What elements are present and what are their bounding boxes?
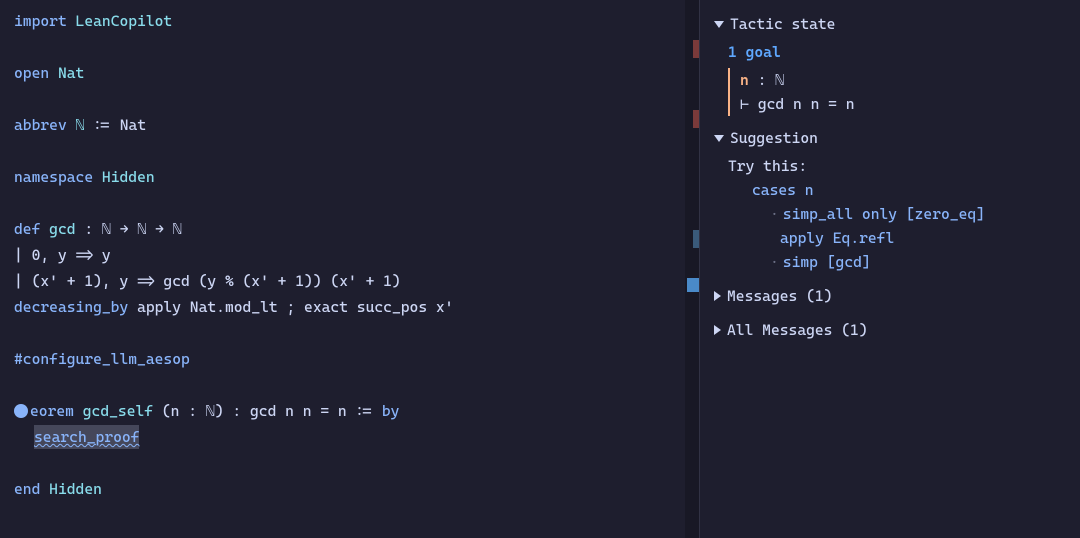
namespace-name: Nat — [58, 61, 84, 85]
tactic-seq: apply Nat.mod_lt ; exact succ_pos x' — [137, 295, 453, 319]
def-name: gcd — [49, 217, 75, 241]
all-messages-panel: All Messages (1) — [714, 318, 1066, 342]
goal-body: n : ℕ ⊢ gcd n n = n — [728, 68, 1066, 116]
code-line[interactable]: def gcd : ℕ → ℕ → ℕ — [14, 216, 685, 242]
suggestion-tactic[interactable]: apply Eq.refl — [780, 229, 894, 247]
try-this-label: Try this: — [728, 154, 1066, 178]
bullet-icon: · — [770, 205, 779, 223]
keyword-namespace: namespace — [14, 165, 93, 189]
minimap-marker — [687, 278, 699, 292]
tactic-state-header[interactable]: Tactic state — [714, 12, 1066, 36]
messages-header[interactable]: Messages (1) — [714, 284, 1066, 308]
hypothesis-type: : ℕ — [758, 71, 785, 89]
tactic-call: search_proof — [34, 425, 139, 449]
keyword-import: import — [14, 9, 67, 33]
type-sig: : gcd n n = n := — [232, 399, 373, 423]
code-line[interactable] — [14, 320, 685, 346]
chevron-down-icon — [714, 135, 724, 142]
pattern-line: | (x' + 1), y => gcd (y % (x' + 1)) (x' … — [14, 269, 401, 293]
chevron-right-icon — [714, 325, 721, 335]
type-alias: ℕ — [76, 113, 85, 137]
suggestion-tactic[interactable]: simp_all only [zero_eq] — [783, 205, 985, 223]
code-line[interactable] — [14, 86, 685, 112]
panel-title: Messages (1) — [727, 284, 832, 308]
code-line[interactable] — [14, 138, 685, 164]
keyword-by: by — [382, 399, 400, 423]
code-line[interactable] — [14, 190, 685, 216]
macro-command: #configure_llm_aesop — [14, 347, 190, 371]
panel-title: All Messages (1) — [727, 318, 868, 342]
code-line[interactable]: import LeanCopilot — [14, 8, 685, 34]
code-line[interactable]: eorem gcd_self (n : ℕ) : gcd n n = n := … — [14, 398, 685, 424]
panel-title: Suggestion — [730, 126, 818, 150]
module-name: LeanCopilot — [76, 9, 173, 33]
code-line[interactable] — [14, 34, 685, 60]
cursor-indicator-icon — [14, 404, 28, 418]
keyword-end: end — [14, 477, 40, 501]
keyword-decreasing-by: decreasing_by — [14, 295, 128, 319]
bullet-icon: · — [770, 253, 779, 271]
code-line[interactable]: | 0, y => y — [14, 242, 685, 268]
code-line[interactable] — [14, 450, 685, 476]
operator: := — [93, 113, 111, 137]
code-line[interactable]: end Hidden — [14, 476, 685, 502]
messages-panel: Messages (1) — [714, 284, 1066, 308]
panel-title: Tactic state — [730, 12, 835, 36]
code-line[interactable] — [14, 372, 685, 398]
minimap[interactable] — [685, 0, 699, 538]
code-line[interactable]: decreasing_by apply Nat.mod_lt ; exact s… — [14, 294, 685, 320]
pattern-line: | 0, y => y — [14, 243, 111, 267]
suggestion-tactic[interactable]: cases n — [752, 181, 814, 199]
code-line[interactable]: search_proof — [14, 424, 685, 450]
code-line[interactable]: open Nat — [14, 60, 685, 86]
suggestion-tactic[interactable]: simp [gcd] — [783, 253, 871, 271]
editor-pane[interactable]: import LeanCopilot open Nat abbrev ℕ := … — [0, 0, 700, 538]
code-line[interactable]: namespace Hidden — [14, 164, 685, 190]
goal-line: ⊢ gcd n n = n — [740, 92, 1066, 116]
namespace-name: Hidden — [49, 477, 102, 501]
suggestion-header[interactable]: Suggestion — [714, 126, 1066, 150]
code-line[interactable]: | (x' + 1), y => gcd (y % (x' + 1)) (x' … — [14, 268, 685, 294]
type-sig: : ℕ → ℕ → ℕ — [84, 217, 181, 241]
code-line[interactable]: abbrev ℕ := Nat — [14, 112, 685, 138]
keyword-theorem: eorem — [30, 399, 74, 423]
goal-expr: gcd n n = n — [758, 95, 855, 113]
minimap-marker — [693, 110, 699, 128]
namespace-name: Hidden — [102, 165, 155, 189]
keyword-open: open — [14, 61, 49, 85]
chevron-down-icon — [714, 21, 724, 28]
theorem-name: gcd_self — [83, 399, 153, 423]
suggestion-panel: Suggestion Try this: cases n ·simp_all o… — [714, 126, 1066, 274]
chevron-right-icon — [714, 291, 721, 301]
minimap-marker — [693, 230, 699, 248]
suggestion-body: Try this: cases n ·simp_all only [zero_e… — [728, 154, 1066, 274]
keyword-def: def — [14, 217, 40, 241]
goal-count: 1 goal — [728, 40, 1066, 64]
code-line[interactable]: #configure_llm_aesop — [14, 346, 685, 372]
infoview-pane[interactable]: Tactic state 1 goal n : ℕ ⊢ gcd n n = n … — [700, 0, 1080, 538]
all-messages-header[interactable]: All Messages (1) — [714, 318, 1066, 342]
minimap-marker — [693, 40, 699, 58]
tactic-state-panel: Tactic state 1 goal n : ℕ ⊢ gcd n n = n — [714, 12, 1066, 116]
type-rhs: Nat — [120, 113, 146, 137]
hypothesis: n : ℕ — [740, 68, 1066, 92]
turnstile-icon: ⊢ — [740, 95, 758, 113]
keyword-abbrev: abbrev — [14, 113, 67, 137]
hypothesis-name: n — [740, 71, 749, 89]
binder: (n : ℕ) — [162, 399, 224, 423]
